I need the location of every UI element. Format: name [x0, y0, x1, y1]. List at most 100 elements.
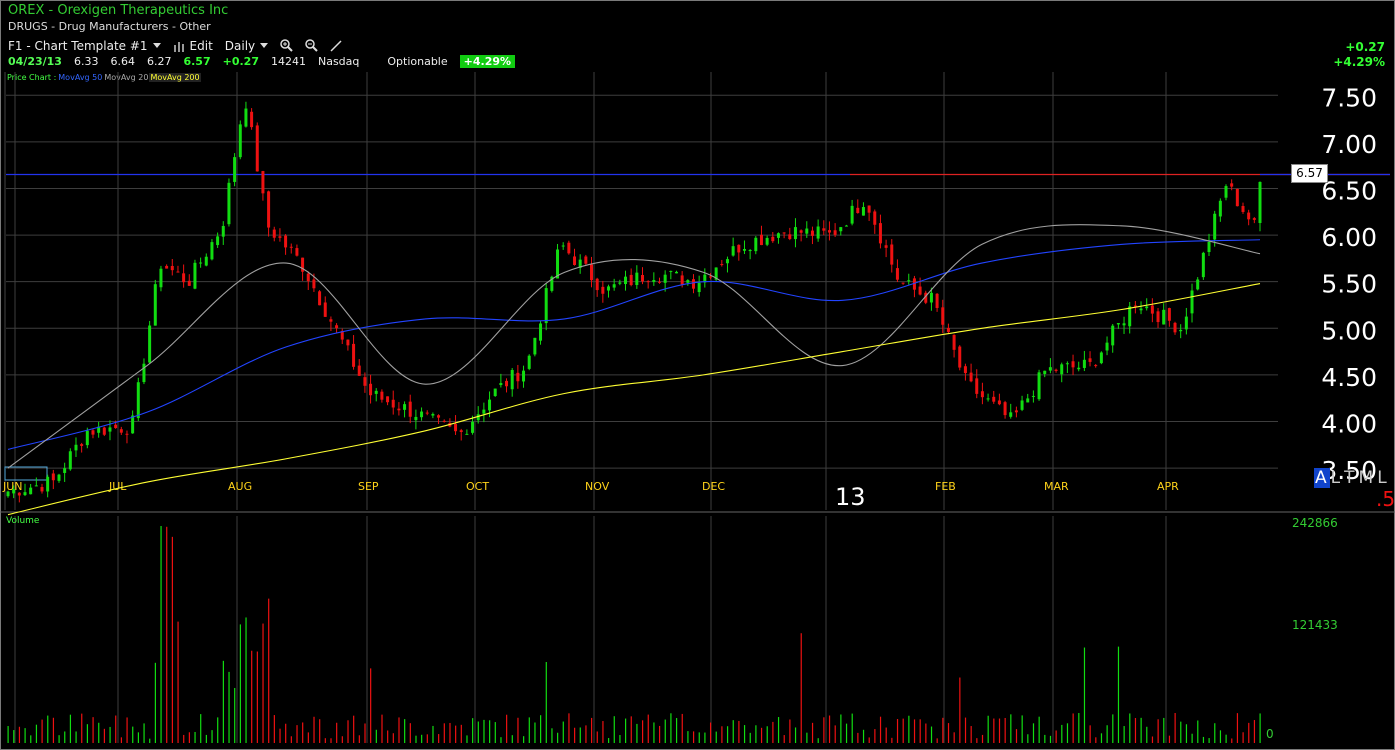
timeframe-option-m[interactable]: M [1358, 468, 1377, 488]
volume-bar [392, 733, 394, 743]
volume-bar [1021, 715, 1023, 743]
timeframe-option-l[interactable]: L [1330, 468, 1343, 488]
volume-bar [154, 662, 156, 743]
candle-body [119, 429, 123, 433]
candle-body [986, 398, 990, 400]
candle-body [544, 288, 548, 324]
candle-body [1167, 308, 1171, 321]
volume-bar [551, 728, 553, 743]
candle-body [1031, 395, 1035, 397]
candle-body [686, 280, 690, 283]
volume-bar [477, 721, 479, 743]
candle-body [80, 444, 84, 446]
candle-body [1043, 370, 1047, 374]
volume-bar [183, 734, 185, 743]
volume-bar [845, 723, 848, 743]
volume-bar [817, 738, 819, 743]
volume-bar [1236, 713, 1239, 743]
volume-bar [970, 726, 972, 743]
volume-bar [619, 735, 621, 743]
volume-bar [296, 725, 298, 743]
candle-body [1071, 361, 1075, 368]
candle-body [1207, 241, 1211, 253]
candle-body [533, 337, 537, 355]
candle-body [255, 125, 259, 172]
volume-bar [18, 726, 21, 743]
volume-bar [52, 717, 55, 743]
candle-body [856, 207, 860, 214]
volume-bar [636, 723, 638, 743]
candle-body [1111, 325, 1115, 346]
volume-bar [896, 719, 899, 743]
price-tick-label: 4.50 [1321, 363, 1377, 392]
candle-body [839, 227, 843, 232]
volume-bar [132, 726, 134, 743]
volume-bar [760, 727, 763, 743]
volume-bar [811, 722, 814, 743]
volume-bar [738, 720, 740, 743]
volume-bar [1168, 735, 1171, 743]
volume-bar [364, 723, 366, 743]
candle-body [233, 157, 237, 182]
candle-body [992, 396, 996, 402]
timeframe-option-l2[interactable]: L [1376, 468, 1389, 488]
candle-body [539, 323, 543, 341]
candle-body [74, 444, 78, 451]
volume-bar [494, 722, 496, 743]
volume-bar [806, 732, 808, 743]
volume-bar [1066, 723, 1069, 743]
candle-body [629, 274, 633, 286]
candle-body [284, 235, 288, 248]
volume-bar [307, 732, 309, 743]
volume-bar [239, 624, 241, 743]
candle-body [952, 334, 956, 350]
volume-bar [1078, 713, 1080, 743]
candle-body [420, 411, 424, 418]
candle-body [782, 232, 786, 234]
candle-body [1065, 363, 1069, 365]
candle-body [1173, 322, 1177, 333]
volume-bar [387, 730, 389, 743]
candle-body [759, 234, 763, 246]
volume-bar [511, 735, 513, 743]
candle-body [1224, 186, 1228, 198]
volume-bar [959, 677, 961, 743]
volume-bar [1083, 647, 1086, 743]
volume-bar [1259, 713, 1261, 743]
volume-bar [483, 719, 485, 743]
volume-bar [862, 729, 865, 743]
volume-bar [228, 671, 230, 743]
volume-bar [574, 727, 576, 743]
volume-bar [69, 714, 72, 743]
volume-bar [930, 726, 933, 743]
volume-bar [234, 687, 236, 743]
candle-body [748, 249, 752, 252]
volume-bar [370, 668, 372, 743]
volume-bar [613, 716, 615, 743]
candle-body [227, 182, 231, 225]
ma20-line [7, 224, 1261, 469]
price-tick-label: 7.00 [1321, 130, 1377, 159]
timeframe-option-all[interactable]: A [1314, 468, 1330, 488]
volume-bar [143, 723, 145, 743]
volume-bar [273, 715, 275, 743]
timeframe-selector: A L T M L [1314, 468, 1390, 488]
price-tick-label: 5.50 [1321, 270, 1377, 299]
candle-body [697, 282, 701, 293]
volume-bar [1112, 714, 1114, 743]
candle-body [1094, 365, 1098, 367]
volume-bar [35, 724, 38, 743]
volume-bar [489, 720, 491, 743]
timeframe-option-t[interactable]: T [1343, 468, 1357, 488]
volume-bar [1010, 714, 1012, 743]
volume-bar [1032, 723, 1035, 743]
volume-bar [523, 736, 525, 743]
candle-body [85, 430, 89, 446]
volume-bar [194, 731, 196, 743]
volume-bar [953, 732, 955, 743]
volume-bar [1202, 736, 1205, 743]
volume-bar [1248, 722, 1250, 743]
volume-bar [200, 714, 202, 743]
volume-bar [704, 732, 706, 743]
candle-body [108, 427, 112, 432]
